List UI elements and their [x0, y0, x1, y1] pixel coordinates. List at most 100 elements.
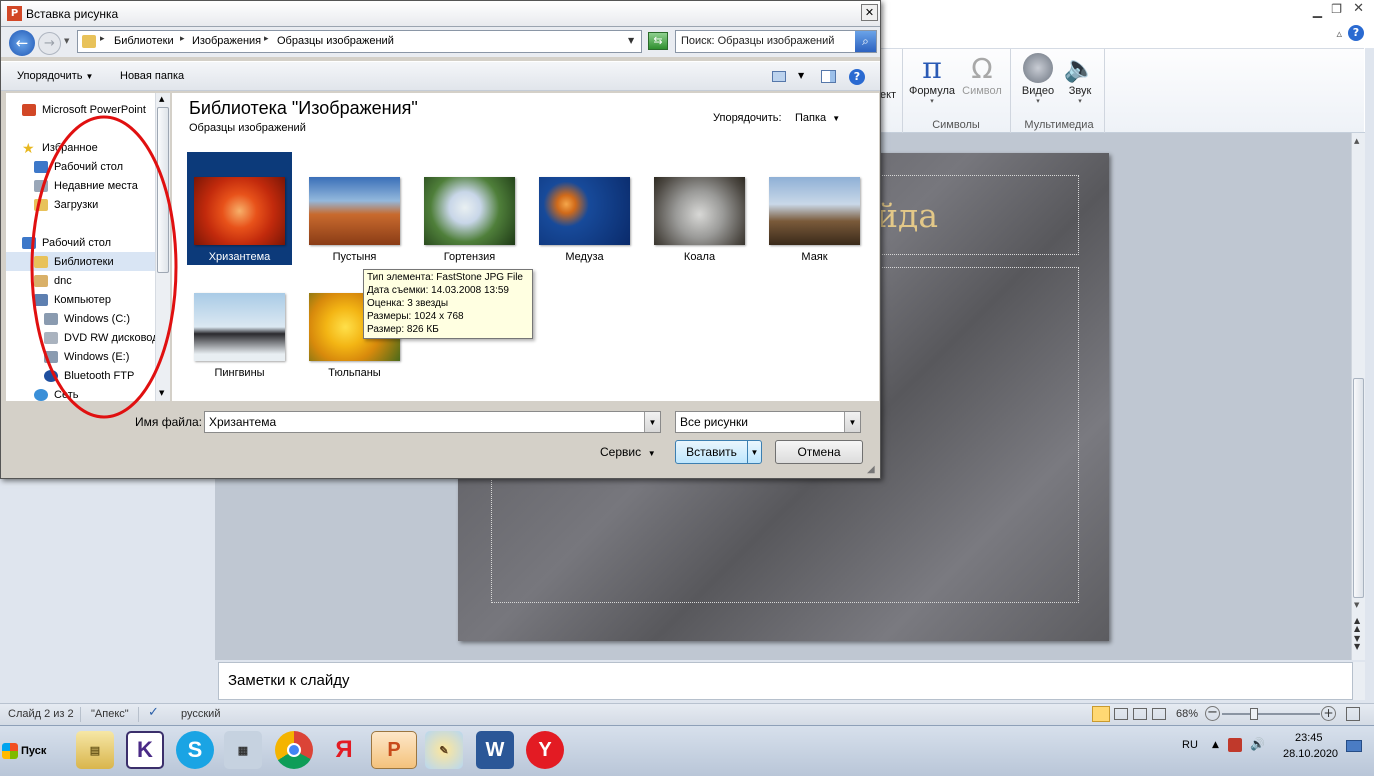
slide-vertical-scrollbar[interactable]: ▲ ▼ ▲ ▲ ▼ ▼: [1351, 133, 1365, 660]
tray-app-icon[interactable]: [1228, 738, 1242, 752]
refresh-icon[interactable]: ⇆: [648, 32, 668, 50]
skype-taskbar-icon[interactable]: S: [176, 731, 214, 769]
next-slide-button[interactable]: ▼ ▼: [1354, 635, 1360, 651]
folder-icon: [82, 35, 96, 48]
show-desktop-icon[interactable]: [1346, 740, 1362, 752]
formula-button[interactable]: π Формула ▾: [908, 53, 956, 106]
nav-item-downloads[interactable]: Загрузки: [34, 195, 170, 214]
zoom-slider-thumb[interactable]: [1250, 708, 1258, 720]
nav-item-desktop-fav[interactable]: Рабочий стол: [34, 157, 170, 176]
paint-taskbar-icon[interactable]: ✎: [425, 731, 463, 769]
chrome-taskbar-icon[interactable]: [275, 731, 313, 769]
thumbnail-desert[interactable]: Пустыня: [302, 152, 407, 265]
nav-item-libraries[interactable]: Библиотеки: [6, 252, 170, 271]
zoom-out-icon[interactable]: −: [1205, 706, 1220, 721]
back-arrow-icon[interactable]: ←: [9, 30, 35, 56]
fit-to-window-icon[interactable]: [1346, 707, 1360, 721]
thumbnail-koala[interactable]: Коала: [647, 152, 752, 265]
address-dropdown-icon[interactable]: ▼: [628, 36, 634, 45]
notes-scrollbar[interactable]: [1353, 662, 1365, 700]
organize-button[interactable]: Упорядочить ▼: [17, 70, 93, 82]
nav-item-computer[interactable]: Компьютер: [34, 290, 170, 309]
scrollbar-thumb[interactable]: [1353, 378, 1364, 598]
resize-grip-icon[interactable]: ◢: [867, 464, 875, 475]
powerpoint-taskbar-icon[interactable]: P: [371, 731, 417, 769]
nav-item-dnc[interactable]: dnc: [34, 271, 170, 290]
insert-dropdown-icon[interactable]: ▼: [747, 441, 761, 463]
filetype-select[interactable]: Все рисунки ▼: [675, 411, 861, 433]
word-taskbar-icon[interactable]: W: [476, 731, 514, 769]
slide-sorter-icon[interactable]: [1114, 708, 1128, 720]
sound-button[interactable]: 🔈 Звук ▾: [1060, 53, 1100, 105]
start-button[interactable]: Пуск: [2, 734, 54, 768]
nav-item-dvd[interactable]: DVD RW дисковод: [44, 328, 170, 347]
nav-item-desktop[interactable]: Рабочий стол: [22, 233, 170, 252]
explorer-taskbar-icon[interactable]: ▤: [76, 731, 114, 769]
reading-view-icon[interactable]: [1133, 708, 1147, 720]
cancel-button[interactable]: Отмена: [775, 440, 863, 464]
thumbnail-chrysanthemum[interactable]: Хризантема: [187, 152, 292, 265]
nav-item-drive-e[interactable]: Windows (E:): [44, 347, 170, 366]
zoom-level[interactable]: 68%: [1176, 708, 1198, 720]
ribbon-collapse-icon[interactable]: ▵: [1336, 27, 1342, 40]
normal-view-icon[interactable]: [1092, 706, 1110, 722]
group-label-symbols: Символы: [932, 119, 980, 131]
nav-item-bluetooth[interactable]: Bluetooth FTP: [44, 366, 170, 385]
search-icon[interactable]: ⌕: [855, 31, 876, 52]
nav-item-network[interactable]: Сеть: [34, 385, 170, 401]
filename-input[interactable]: Хризантема ▼: [204, 411, 661, 433]
breadcrumb-samples[interactable]: Образцы изображений: [277, 35, 394, 47]
group-label-media: Мультимедиа: [1024, 119, 1094, 131]
history-dropdown-icon[interactable]: ▼: [64, 37, 69, 45]
filename-dropdown-icon[interactable]: ▼: [644, 412, 660, 432]
forward-arrow-icon[interactable]: →: [38, 32, 61, 55]
nav-item-favorites[interactable]: ★ Избранное: [22, 138, 170, 157]
kaspersky-taskbar-icon[interactable]: K: [126, 731, 164, 769]
breadcrumb-images[interactable]: Изображения: [192, 35, 261, 47]
yandex-browser-taskbar-icon[interactable]: Y: [526, 731, 564, 769]
help-icon[interactable]: ?: [849, 69, 865, 85]
video-button[interactable]: Видео ▾: [1016, 53, 1060, 105]
view-mode-icon[interactable]: [772, 71, 786, 82]
thumbnail-jellyfish[interactable]: Медуза: [532, 152, 637, 265]
thumbnail-penguins[interactable]: Пингвины: [187, 268, 292, 381]
help-icon[interactable]: ?: [1348, 25, 1364, 41]
prev-slide-button[interactable]: ▲ ▲: [1354, 617, 1360, 633]
thumbnail-lighthouse[interactable]: Маяк: [762, 152, 867, 265]
filetype-dropdown-icon[interactable]: ▼: [844, 412, 860, 432]
window-close-button[interactable]: ✕: [1353, 1, 1364, 16]
window-minimize-button[interactable]: ▁: [1313, 4, 1322, 18]
dialog-close-button[interactable]: ✕: [861, 4, 878, 21]
nav-item-drive-c[interactable]: Windows (C:): [44, 309, 170, 328]
service-menu[interactable]: Сервис ▼: [600, 445, 656, 459]
tray-expand-icon[interactable]: ▲: [1212, 740, 1219, 750]
navigation-pane[interactable]: Microsoft PowerPoint ★ Избранное Рабочий …: [6, 93, 170, 401]
spellcheck-icon[interactable]: ✓: [148, 705, 159, 720]
zoom-slider[interactable]: [1222, 713, 1320, 715]
breadcrumb-libraries[interactable]: Библиотеки: [114, 35, 174, 47]
slide-title-text: йда: [876, 196, 938, 235]
window-restore-button[interactable]: ❐: [1331, 2, 1342, 16]
volume-icon[interactable]: 🔊: [1250, 737, 1265, 751]
nav-scrollbar-thumb[interactable]: [157, 107, 169, 273]
search-input[interactable]: Поиск: Образцы изображений: [681, 35, 834, 47]
nav-scrollbar[interactable]: ▲ ▼: [155, 93, 170, 401]
slideshow-icon[interactable]: [1152, 708, 1166, 720]
thumbnail-hydrangea[interactable]: Гортензия: [417, 152, 522, 265]
calculator-taskbar-icon[interactable]: ▦: [224, 731, 262, 769]
zoom-in-icon[interactable]: +: [1321, 706, 1336, 721]
search-field[interactable]: Поиск: Образцы изображений ⌕: [675, 30, 877, 53]
input-language[interactable]: RU: [1182, 739, 1198, 751]
nav-item-recent[interactable]: Недавние места: [34, 176, 170, 195]
address-bar[interactable]: ▸ Библиотеки ▸ Изображения ▸ Образцы изо…: [77, 30, 642, 53]
yandex-taskbar-icon[interactable]: Я: [325, 731, 363, 769]
symbol-button[interactable]: Ω Символ: [960, 53, 1004, 98]
preview-pane-icon[interactable]: [821, 70, 836, 83]
insert-button[interactable]: Вставить ▼: [675, 440, 762, 464]
new-folder-button[interactable]: Новая папка: [120, 70, 184, 82]
language-indicator[interactable]: русский: [181, 708, 220, 720]
notes-pane[interactable]: Заметки к слайду: [218, 662, 1353, 700]
arrange-dropdown[interactable]: Папка ▼: [795, 112, 840, 124]
view-dropdown-icon[interactable]: ▼: [798, 71, 804, 80]
nav-item-powerpoint[interactable]: Microsoft PowerPoint: [22, 100, 170, 119]
